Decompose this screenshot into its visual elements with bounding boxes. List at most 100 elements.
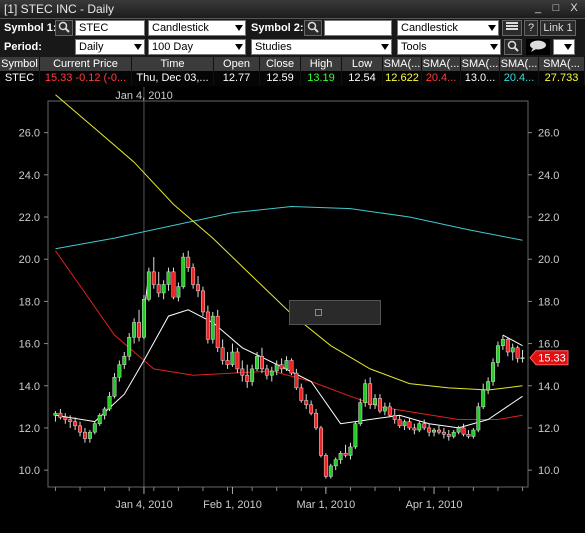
candle-body	[230, 351, 235, 365]
candle-body	[220, 347, 225, 361]
candle-body	[417, 423, 422, 431]
column-header-10[interactable]: SMA(...	[500, 57, 539, 71]
menu-list-icon[interactable]	[502, 20, 522, 36]
chevron-down-icon	[488, 25, 496, 31]
chart-type-value: Candlestick	[152, 22, 209, 34]
candle-body	[127, 336, 132, 357]
candle-body	[343, 453, 348, 456]
quote-cell-4: 12.59	[260, 71, 301, 85]
candle-body	[146, 271, 151, 300]
candle-body	[205, 311, 210, 340]
x-tick-label: Feb 1, 2010	[203, 499, 262, 511]
candle-body	[314, 412, 319, 429]
symbol2-search-icon[interactable]	[304, 20, 322, 36]
candle-body	[279, 364, 284, 370]
crosshair-date-label: Jan 4, 2010	[115, 90, 173, 102]
candle-body	[78, 425, 83, 433]
candle-body	[323, 455, 328, 477]
candle-body	[97, 415, 102, 424]
chart-type2-dropdown[interactable]: Candlestick	[397, 20, 499, 36]
column-header-5[interactable]: High	[301, 57, 342, 71]
y-tick-label-left: 22.0	[19, 212, 40, 224]
candle-body	[166, 271, 171, 285]
candle-body	[397, 419, 402, 427]
candle-body	[294, 372, 299, 389]
candle-body	[186, 256, 191, 268]
candle-body	[422, 423, 427, 429]
candle-body	[161, 284, 166, 294]
candle-body	[299, 387, 304, 401]
candle-body	[491, 362, 496, 382]
zoom-icon[interactable]	[504, 39, 522, 55]
candle-body	[215, 315, 220, 349]
chevron-down-icon	[490, 44, 498, 50]
candle-body	[141, 299, 146, 338]
last-price-label: 15.33	[538, 353, 566, 365]
link-button[interactable]: Link 1	[540, 20, 576, 36]
symbol2-input[interactable]	[324, 20, 392, 36]
candle-body	[53, 412, 58, 416]
quote-cell-8: 20.4...	[422, 71, 461, 85]
candle-body	[333, 459, 338, 467]
column-header-8[interactable]: SMA(...	[422, 57, 461, 71]
chart-type-dropdown[interactable]: Candlestick	[148, 20, 246, 36]
candle-body	[176, 286, 181, 298]
close-button[interactable]: X	[568, 2, 580, 15]
candle-body	[264, 368, 269, 376]
column-header-2[interactable]: Time	[132, 57, 214, 71]
chevron-down-icon	[134, 44, 142, 50]
column-header-3[interactable]: Open	[214, 57, 260, 71]
plot-frame	[47, 100, 529, 488]
chart-popup	[289, 300, 381, 325]
y-tick-label-right: 12.0	[538, 423, 559, 435]
candle-body	[92, 423, 97, 433]
extra-dropdown[interactable]	[553, 39, 575, 55]
candle-body	[358, 402, 363, 424]
candle-body	[373, 398, 378, 405]
candle-body	[117, 364, 122, 378]
candle-body	[245, 374, 250, 382]
candle-body	[309, 404, 314, 414]
minimize-button[interactable]: _	[532, 2, 544, 15]
candle-body	[402, 421, 407, 427]
y-tick-label-left: 12.0	[19, 423, 40, 435]
column-header-9[interactable]: SMA(...	[461, 57, 500, 71]
chart-type2-value: Candlestick	[401, 22, 458, 34]
candle-body	[476, 406, 481, 431]
chevron-down-icon	[564, 44, 572, 50]
candle-body	[68, 419, 73, 422]
candle-body	[446, 434, 451, 437]
maximize-button[interactable]: □	[550, 2, 562, 15]
quote-table-header: Symbol Current Price Time Open Close High Low S…	[0, 57, 585, 72]
square-icon	[315, 309, 322, 316]
tools-dropdown[interactable]: Tools	[397, 39, 501, 55]
candle-body	[520, 357, 525, 359]
studies-dropdown[interactable]: Studies	[251, 39, 392, 55]
column-header-4[interactable]: Close	[260, 57, 301, 71]
column-header-1[interactable]: Current Price	[40, 57, 132, 71]
candle-body	[338, 453, 343, 460]
range-dropdown[interactable]: 100 Day	[148, 39, 246, 55]
symbol1-search-icon[interactable]	[55, 20, 73, 36]
column-header-6[interactable]: Low	[342, 57, 383, 71]
candle-body	[274, 364, 279, 372]
column-header-11[interactable]: SMA(...	[539, 57, 585, 71]
x-tick-label: Jan 4, 2010	[115, 499, 173, 511]
candle-body	[191, 267, 196, 285]
help-button[interactable]: ?	[524, 20, 538, 36]
column-header-0[interactable]: Symbol	[0, 57, 40, 71]
candle-body	[348, 446, 353, 456]
y-tick-label-left: 10.0	[19, 465, 40, 477]
range-value: 100 Day	[152, 41, 193, 53]
y-tick-label-right: 20.0	[538, 254, 559, 266]
candle-body	[196, 284, 201, 292]
candle-body	[510, 347, 515, 353]
period-dropdown[interactable]: Daily	[75, 39, 145, 55]
y-tick-label-right: 26.0	[538, 128, 559, 140]
candle-body	[284, 360, 289, 370]
symbol1-input[interactable]: STEC	[75, 20, 145, 36]
candle-body	[156, 284, 161, 294]
column-header-7[interactable]: SMA(...	[383, 57, 422, 71]
chevron-down-icon	[381, 44, 389, 50]
chat-bubble-icon[interactable]	[526, 39, 550, 55]
